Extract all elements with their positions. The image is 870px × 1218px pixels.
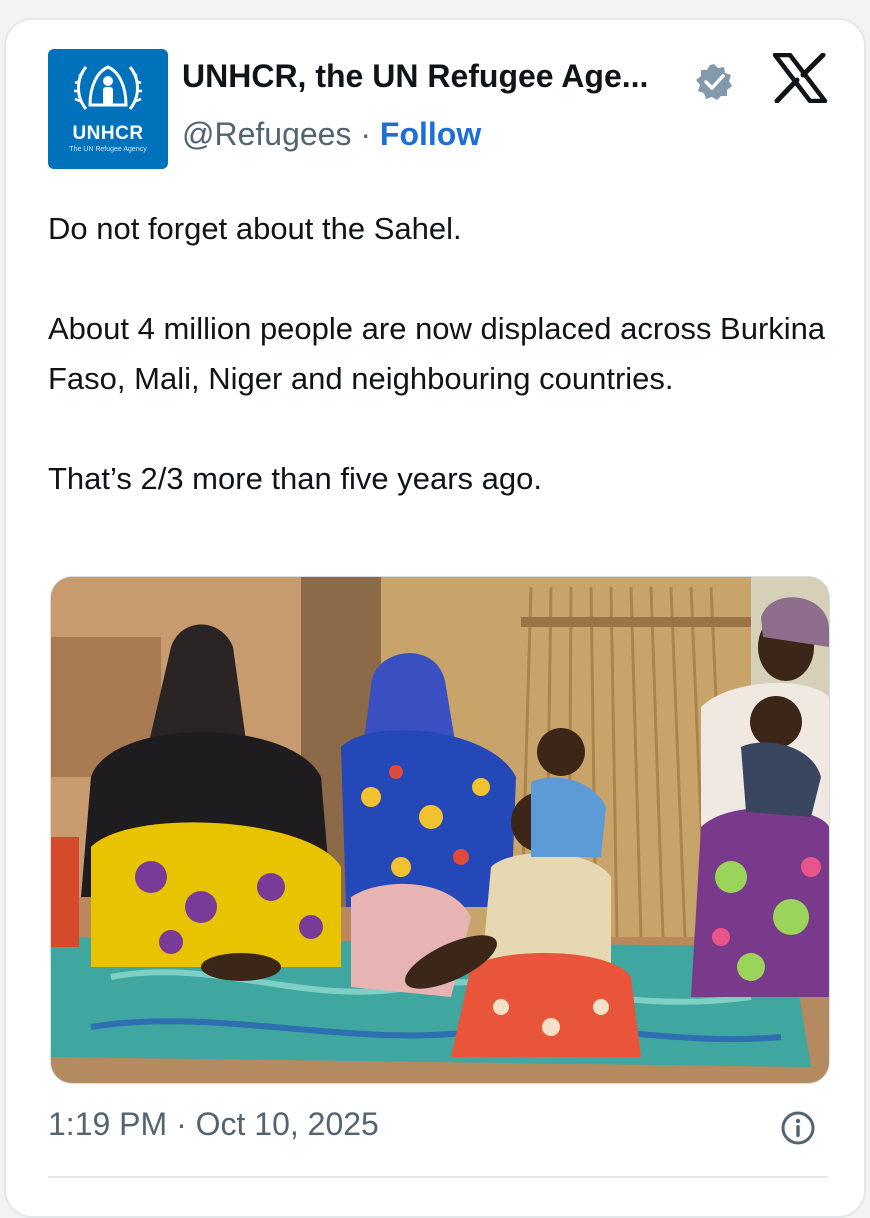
unhcr-logo-icon [74, 65, 142, 110]
photo-illustration [51, 577, 829, 1083]
logo-subtext: The UN Refugee Agency [69, 146, 147, 153]
tweet-photo[interactable] [50, 576, 830, 1084]
follow-button[interactable]: Follow [380, 116, 481, 152]
logo-word: UNHCR [72, 123, 144, 144]
tweet-text-line: Do not forget about the Sahel. [48, 211, 462, 246]
info-icon[interactable] [780, 1110, 816, 1151]
x-logo-icon[interactable] [772, 52, 828, 108]
tweet-text-line: That’s 2/3 more than five years ago. [48, 461, 542, 496]
author-handle[interactable]: @Refugees [182, 116, 351, 152]
tweet-card: UNHCR The UN Refugee Agency UNHCR, the U… [4, 18, 866, 1218]
author-name[interactable]: UNHCR, the UN Refugee Age... [182, 58, 648, 95]
tweet-timestamp[interactable]: 1:19 PM · Oct 10, 2025 [48, 1106, 379, 1143]
tweet-text: Do not forget about the Sahel. About 4 m… [48, 204, 828, 504]
verified-badge-icon [694, 62, 734, 107]
divider [48, 1176, 828, 1178]
handle-row: @Refugees · Follow [182, 116, 481, 153]
separator: · [360, 116, 372, 152]
tweet-text-line: About 4 million people are now displaced… [48, 311, 826, 396]
avatar[interactable]: UNHCR The UN Refugee Agency [48, 49, 168, 169]
